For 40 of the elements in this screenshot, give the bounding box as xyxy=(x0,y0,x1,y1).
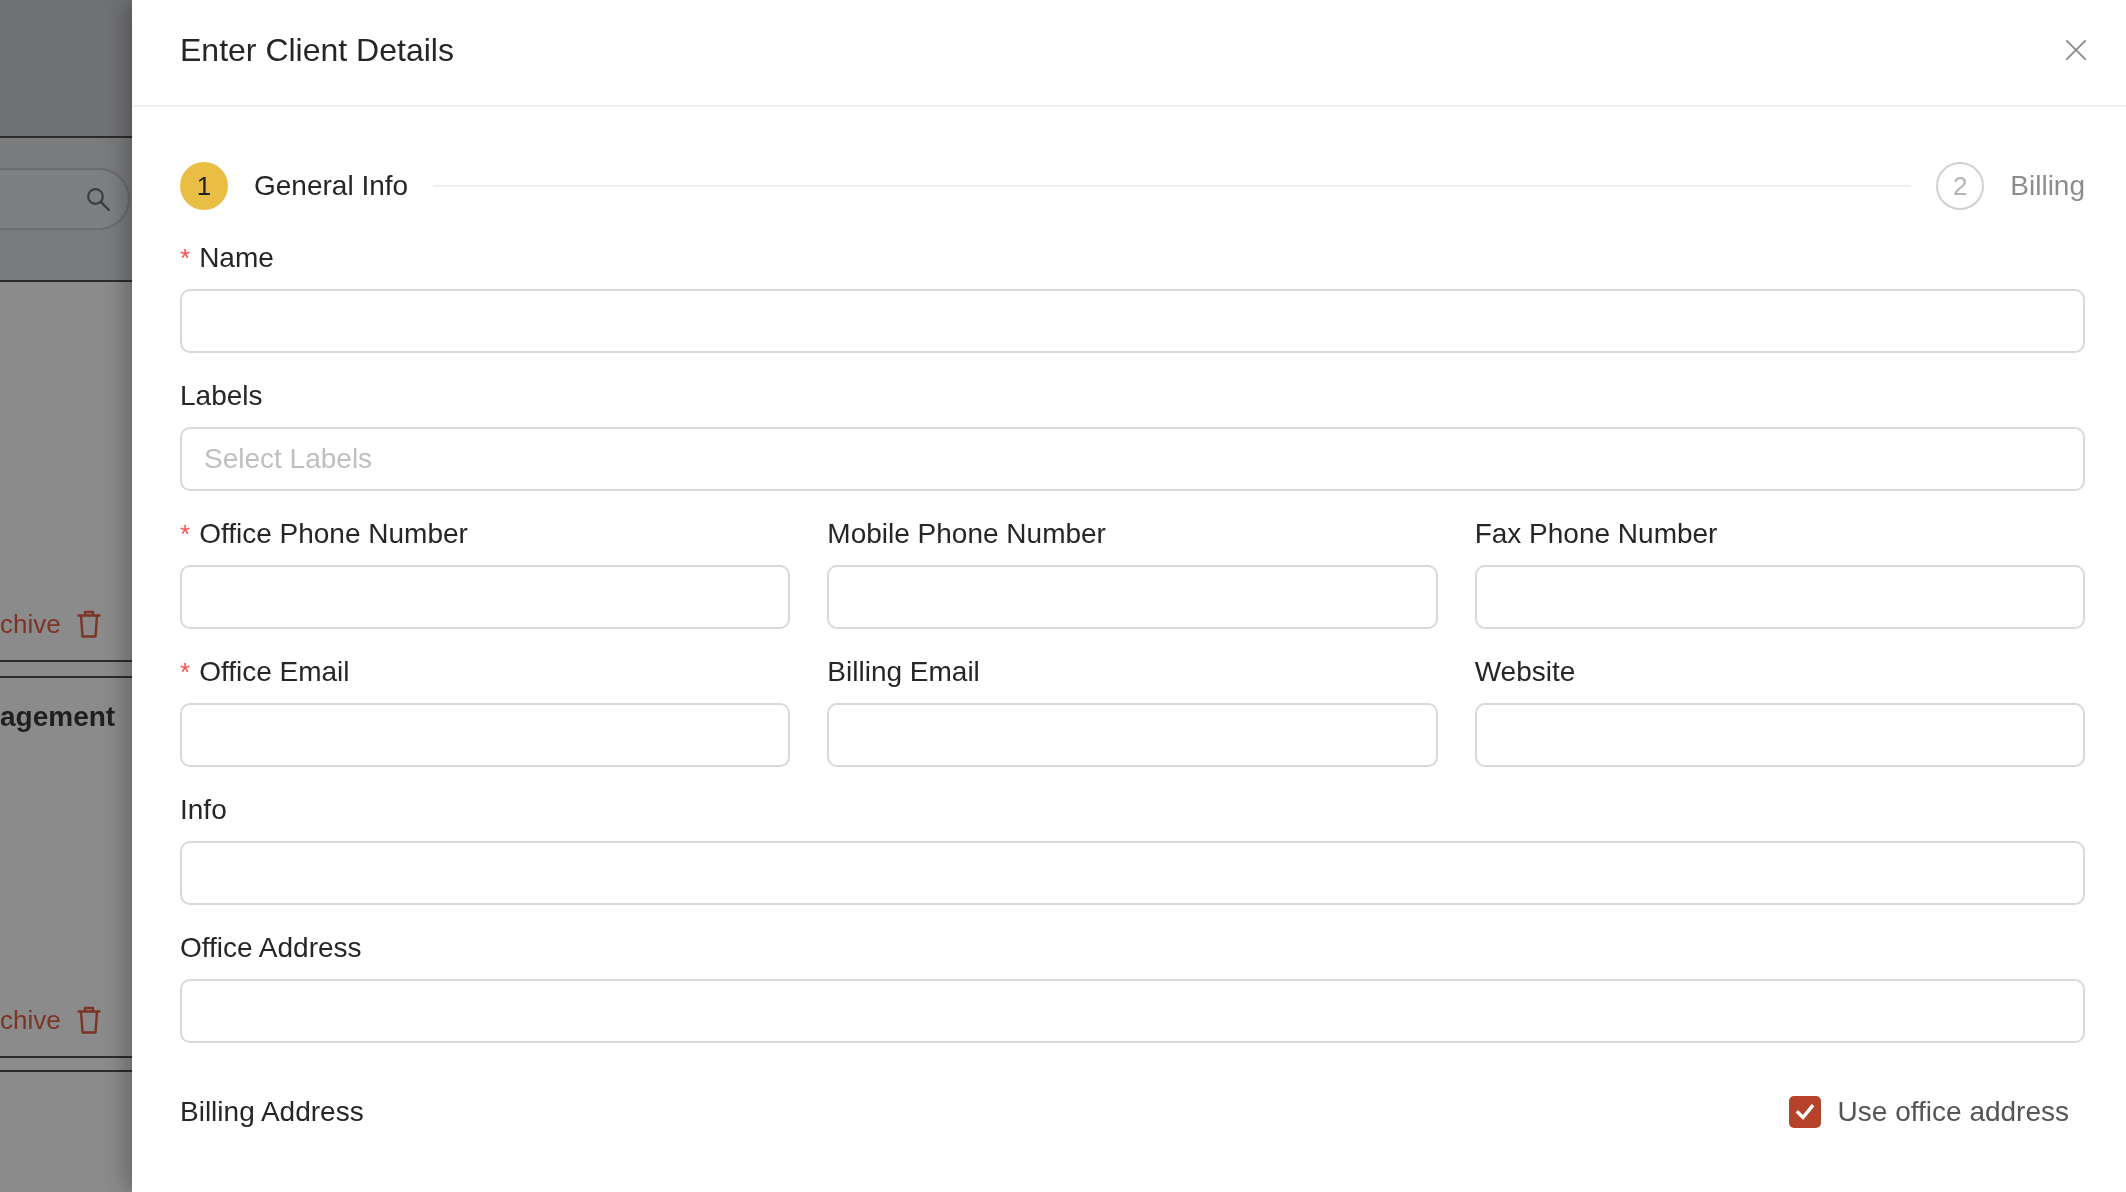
field-label: Labels xyxy=(180,379,263,413)
card-title: agement xyxy=(0,700,116,734)
field-label: Billing Email xyxy=(827,655,980,689)
close-icon xyxy=(2065,38,2087,61)
field-label: Fax Phone Number xyxy=(1474,517,1718,551)
checkbox-label: Use office address xyxy=(1837,1095,2069,1129)
field-label: Office Email xyxy=(199,655,350,689)
archive-button[interactable]: chive xyxy=(0,606,101,642)
search-icon xyxy=(86,187,110,211)
archive-button[interactable]: chive xyxy=(0,1002,101,1038)
field-label: Office Phone Number xyxy=(199,517,468,551)
required-mark: * xyxy=(180,519,191,549)
required-mark: * xyxy=(180,657,191,687)
field-label: Name xyxy=(199,241,274,275)
trash-icon xyxy=(76,610,101,638)
input-field[interactable] xyxy=(1474,703,2085,767)
step-number: 1 xyxy=(180,162,228,210)
input-field[interactable] xyxy=(827,565,1438,629)
select-field[interactable]: Select Labels xyxy=(180,427,2085,491)
step-label: Billing xyxy=(2010,169,2085,203)
required-mark: * xyxy=(180,243,191,273)
field-label: Billing Address xyxy=(180,1095,364,1129)
field-label: Website xyxy=(1474,655,1576,689)
field-label: Mobile Phone Number xyxy=(827,517,1106,551)
drawer-title: Enter Client Details xyxy=(180,30,454,70)
step-number: 2 xyxy=(1936,162,1985,210)
input-field[interactable] xyxy=(180,289,2085,353)
input-field[interactable] xyxy=(180,841,2085,905)
search-field[interactable] xyxy=(0,168,130,230)
input-field[interactable] xyxy=(1474,565,2085,629)
trash-icon xyxy=(76,1006,101,1034)
input-field[interactable] xyxy=(180,979,2085,1043)
input-field[interactable] xyxy=(180,565,791,629)
checkmark-icon xyxy=(1794,1102,1815,1122)
field-label: Office Address xyxy=(180,931,362,965)
step-label: General Info xyxy=(254,169,409,203)
checkbox[interactable] xyxy=(1788,1096,1821,1128)
input-field[interactable] xyxy=(180,703,791,767)
input-field[interactable] xyxy=(827,703,1438,767)
field-label: Info xyxy=(180,793,227,827)
